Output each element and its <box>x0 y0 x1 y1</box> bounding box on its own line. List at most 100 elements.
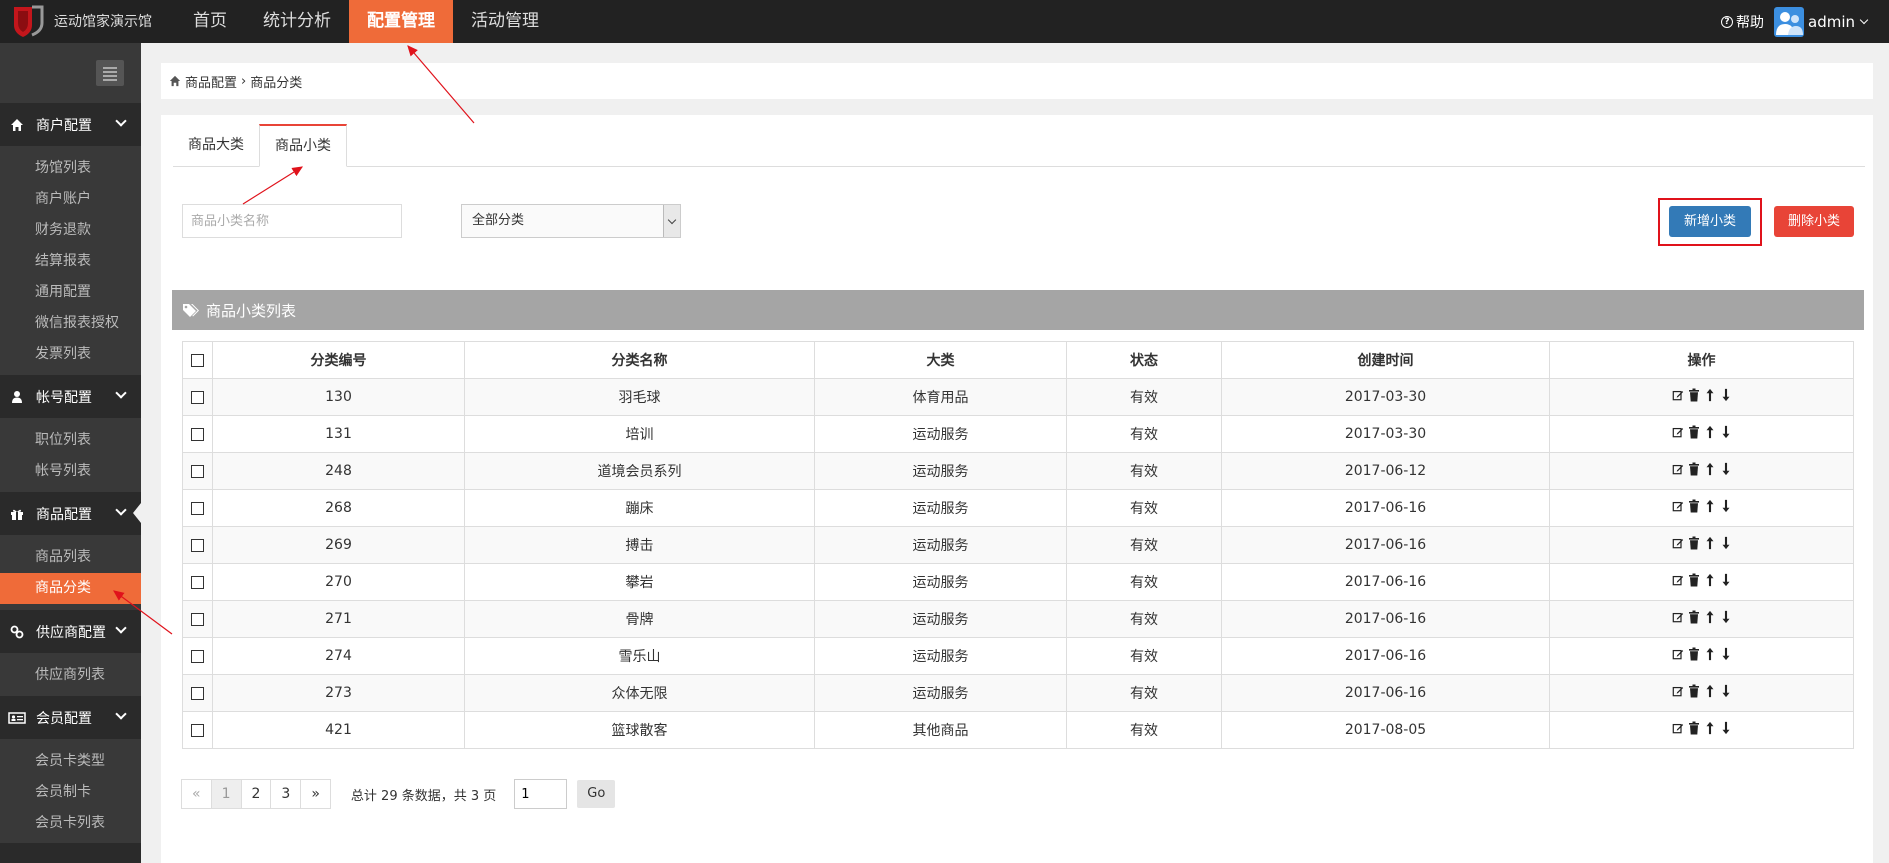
page-jump-input[interactable] <box>514 779 568 809</box>
arrow-down-icon[interactable] <box>1720 610 1732 624</box>
column-header-status[interactable]: 状态 <box>1066 341 1222 379</box>
trash-icon[interactable] <box>1688 499 1700 513</box>
topnav-statistics[interactable]: 统计分析 <box>245 0 349 43</box>
trash-icon[interactable] <box>1688 684 1700 698</box>
arrow-down-icon[interactable] <box>1720 388 1732 402</box>
trash-icon[interactable] <box>1688 721 1700 735</box>
trash-icon[interactable] <box>1688 647 1700 661</box>
trash-icon[interactable] <box>1688 425 1700 439</box>
arrow-up-icon[interactable] <box>1704 536 1716 550</box>
tab-product-minor-category[interactable]: 商品小类 <box>259 124 347 167</box>
topnav-config[interactable]: 配置管理 <box>349 0 453 43</box>
arrow-down-icon[interactable] <box>1720 573 1732 587</box>
row-checkbox[interactable] <box>191 427 204 441</box>
edit-icon[interactable] <box>1672 573 1684 587</box>
page-button-2[interactable]: 2 <box>240 779 272 809</box>
select-all-checkbox[interactable] <box>191 353 204 367</box>
arrow-down-icon[interactable] <box>1720 721 1732 735</box>
column-header-created[interactable]: 创建时间 <box>1221 341 1550 379</box>
sidebar-item-invoice-list[interactable]: 发票列表 <box>0 339 141 370</box>
sidebar-item-refund[interactable]: 财务退款 <box>0 215 141 246</box>
sidebar-item-supplier-list[interactable]: 供应商列表 <box>0 660 141 691</box>
trash-icon[interactable] <box>1688 573 1700 587</box>
row-checkbox[interactable] <box>191 612 204 626</box>
user-menu[interactable]: admin <box>1774 6 1869 37</box>
arrow-up-icon[interactable] <box>1704 425 1716 439</box>
arrow-up-icon[interactable] <box>1704 684 1716 698</box>
arrow-down-icon[interactable] <box>1720 536 1732 550</box>
category-select[interactable]: 全部分类 <box>461 204 681 238</box>
subcategory-name-input[interactable] <box>182 204 402 238</box>
trash-icon[interactable] <box>1688 388 1700 402</box>
trash-icon[interactable] <box>1688 462 1700 476</box>
sidebar-item-account-list[interactable]: 帐号列表 <box>0 456 141 487</box>
row-checkbox[interactable] <box>191 390 204 404</box>
sidebar-item-product-list[interactable]: 商品列表 <box>0 542 141 573</box>
topnav-activities[interactable]: 活动管理 <box>453 0 557 43</box>
sidebar-group-product[interactable]: 商品配置 <box>0 492 141 535</box>
sidebar-item-card-list[interactable]: 会员卡列表 <box>0 808 141 839</box>
logo[interactable]: 运动馆家演示馆 <box>8 3 152 39</box>
sidebar-toggle-button[interactable] <box>96 60 124 86</box>
arrow-up-icon[interactable] <box>1704 499 1716 513</box>
edit-icon[interactable] <box>1672 425 1684 439</box>
sidebar-group-next[interactable] <box>0 843 141 863</box>
sidebar-group-supplier[interactable]: 供应商配置 <box>0 610 141 653</box>
column-header-category[interactable]: 大类 <box>814 341 1067 379</box>
sidebar-group-merchant[interactable]: 商户配置 <box>0 103 141 146</box>
row-checkbox[interactable] <box>191 649 204 663</box>
help-link[interactable]: ? 帮助 <box>1721 12 1764 32</box>
edit-icon[interactable] <box>1672 647 1684 661</box>
sidebar-item-merchant-account[interactable]: 商户账户 <box>0 184 141 215</box>
arrow-down-icon[interactable] <box>1720 425 1732 439</box>
page-button-1[interactable]: 1 <box>210 779 242 809</box>
sidebar-item-venue-list[interactable]: 场馆列表 <box>0 153 141 184</box>
add-subcategory-button[interactable]: 新增小类 <box>1669 206 1751 237</box>
sidebar-item-settlement[interactable]: 结算报表 <box>0 246 141 277</box>
arrow-down-icon[interactable] <box>1720 462 1732 476</box>
edit-icon[interactable] <box>1672 684 1684 698</box>
edit-icon[interactable] <box>1672 721 1684 735</box>
tab-product-major-category[interactable]: 商品大类 <box>173 124 259 167</box>
edit-icon[interactable] <box>1672 462 1684 476</box>
sidebar-item-card-type[interactable]: 会员卡类型 <box>0 746 141 777</box>
next-page-button[interactable]: » <box>300 779 331 809</box>
arrow-up-icon[interactable] <box>1704 462 1716 476</box>
sidebar-item-card-issue[interactable]: 会员制卡 <box>0 777 141 808</box>
row-checkbox[interactable] <box>191 723 204 737</box>
edit-icon[interactable] <box>1672 610 1684 624</box>
arrow-up-icon[interactable] <box>1704 388 1716 402</box>
delete-subcategory-button[interactable]: 删除小类 <box>1774 206 1854 237</box>
edit-icon[interactable] <box>1672 499 1684 513</box>
column-header-name[interactable]: 分类名称 <box>464 341 815 379</box>
sidebar-group-member[interactable]: 会员配置 <box>0 696 141 739</box>
column-header-id[interactable]: 分类编号 <box>212 341 465 379</box>
row-checkbox[interactable] <box>191 686 204 700</box>
arrow-down-icon[interactable] <box>1720 684 1732 698</box>
row-checkbox[interactable] <box>191 538 204 552</box>
arrow-up-icon[interactable] <box>1704 647 1716 661</box>
breadcrumb-parent[interactable]: 商品配置 <box>185 72 237 91</box>
arrow-down-icon[interactable] <box>1720 499 1732 513</box>
prev-page-button[interactable]: « <box>181 779 212 809</box>
arrow-up-icon[interactable] <box>1704 573 1716 587</box>
topnav-home[interactable]: 首页 <box>175 0 245 43</box>
page-button-3[interactable]: 3 <box>270 779 302 809</box>
trash-icon[interactable] <box>1688 610 1700 624</box>
sidebar-item-product-category[interactable]: 商品分类 <box>0 573 141 604</box>
row-select-cell <box>182 600 213 638</box>
sidebar-group-account[interactable]: 帐号配置 <box>0 375 141 418</box>
arrow-down-icon[interactable] <box>1720 647 1732 661</box>
trash-icon[interactable] <box>1688 536 1700 550</box>
row-checkbox[interactable] <box>191 501 204 515</box>
sidebar-item-general-config[interactable]: 通用配置 <box>0 277 141 308</box>
row-checkbox[interactable] <box>191 575 204 589</box>
edit-icon[interactable] <box>1672 388 1684 402</box>
sidebar-item-wechat-auth[interactable]: 微信报表授权 <box>0 308 141 339</box>
go-button[interactable]: Go <box>577 780 616 808</box>
sidebar-item-position-list[interactable]: 职位列表 <box>0 425 141 456</box>
edit-icon[interactable] <box>1672 536 1684 550</box>
arrow-up-icon[interactable] <box>1704 721 1716 735</box>
row-checkbox[interactable] <box>191 464 204 478</box>
arrow-up-icon[interactable] <box>1704 610 1716 624</box>
